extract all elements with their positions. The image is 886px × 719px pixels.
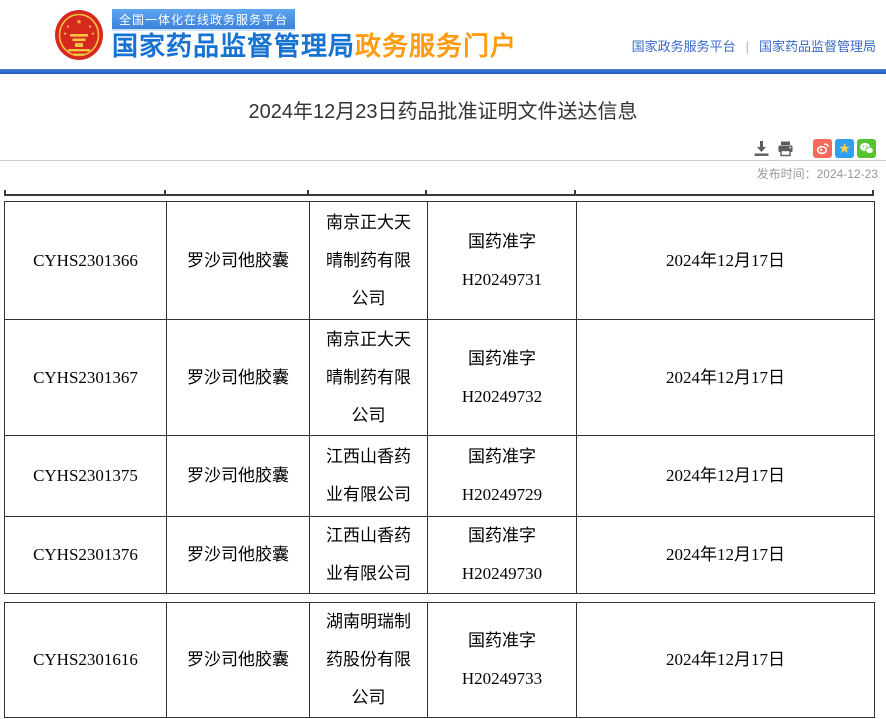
svg-text:★: ★ — [63, 31, 67, 36]
table-row: CYHS2301366 罗沙司他胶囊 南京正大天晴制药有限公司 国药准字 H20… — [5, 202, 875, 320]
site-brand: 全国一体化在线政务服务平台 国家药品监督管理局政务服务门户 — [112, 9, 517, 61]
acceptance-number-cell: CYHS2301376 — [5, 517, 167, 594]
delivery-date-cell: 2024年12月17日 — [577, 202, 875, 320]
platform-badge: 全国一体化在线政务服务平台 — [112, 9, 295, 31]
table-row: CYHS2301375 罗沙司他胶囊 江西山香药业有限公司 国药准字 H2024… — [5, 436, 875, 517]
company-cell: 湖南明瑞制药股份有限公司 — [310, 603, 428, 718]
delivery-date-cell: 2024年12月17日 — [577, 436, 875, 517]
company-cell: 南京正大天晴制药有限公司 — [310, 202, 428, 320]
acceptance-number-cell: CYHS2301616 — [5, 603, 167, 718]
printer-icon[interactable] — [777, 140, 794, 157]
download-icon[interactable] — [753, 140, 770, 157]
china-national-emblem-icon: ★ ★ ★ ★ ★ — [54, 9, 104, 61]
svg-text:★: ★ — [76, 18, 82, 26]
share-buttons: ★ — [810, 139, 876, 158]
previous-table-cut-edge — [4, 194, 874, 196]
acceptance-number-cell: CYHS2301367 — [5, 320, 167, 436]
acceptance-number-cell: CYHS2301375 — [5, 436, 167, 517]
svg-text:★: ★ — [91, 31, 95, 36]
article-tools: ★ — [0, 138, 886, 158]
delivery-date-cell: 2024年12月17日 — [577, 517, 875, 594]
delivery-date-cell: 2024年12月17日 — [577, 603, 875, 718]
site-title: 国家药品监督管理局政务服务门户 — [112, 31, 517, 61]
share-wechat-icon[interactable] — [857, 139, 876, 158]
svg-text:★: ★ — [88, 24, 92, 29]
site-header: ★ ★ ★ ★ ★ 全国一体化在线政务服务平台 国家药品监督管理局政务服务门户 … — [0, 0, 886, 69]
site-logo[interactable]: ★ ★ ★ ★ ★ 全国一体化在线政务服务平台 国家药品监督管理局政务服务门户 — [54, 9, 517, 61]
approval-number-cell: 国药准字 H20249730 — [428, 517, 577, 594]
approval-number-cell: 国药准字 H20249729 — [428, 436, 577, 517]
nav-link-nmpa[interactable]: 国家药品监督管理局 — [759, 39, 876, 54]
drug-name-cell: 罗沙司他胶囊 — [167, 202, 310, 320]
publish-time: 发布时间：2024-12-23 — [0, 165, 886, 182]
qzone-star-glyph: ★ — [838, 139, 851, 158]
site-title-portal: 政务服务门户 — [355, 31, 517, 61]
page-title: 2024年12月23日药品批准证明文件送达信息 — [0, 97, 886, 127]
drug-name-cell: 罗沙司他胶囊 — [167, 603, 310, 718]
delivery-date-cell: 2024年12月17日 — [577, 320, 875, 436]
drug-name-cell: 罗沙司他胶囊 — [167, 436, 310, 517]
approval-number-cell: 国药准字 H20249733 — [428, 603, 577, 718]
company-cell: 南京正大天晴制药有限公司 — [310, 320, 428, 436]
top-nav: 国家政务服务平台 | 国家药品监督管理局 — [632, 36, 876, 55]
approval-number-cell: 国药准字 H20249732 — [428, 320, 577, 436]
table-row: CYHS2301376 罗沙司他胶囊 江西山香药业有限公司 国药准字 H2024… — [5, 517, 875, 594]
table-row: CYHS2301616 罗沙司他胶囊 湖南明瑞制药股份有限公司 国药准字 H20… — [5, 603, 875, 718]
share-qzone-icon[interactable]: ★ — [835, 139, 854, 158]
share-weibo-icon[interactable] — [813, 139, 832, 158]
delivery-info-table-continued: CYHS2301616 罗沙司他胶囊 湖南明瑞制药股份有限公司 国药准字 H20… — [4, 602, 875, 718]
header-divider-bar — [0, 69, 886, 74]
acceptance-number-cell: CYHS2301366 — [5, 202, 167, 320]
svg-text:★: ★ — [66, 24, 70, 29]
drug-name-cell: 罗沙司他胶囊 — [167, 320, 310, 436]
tools-separator-line — [0, 160, 886, 161]
drug-name-cell: 罗沙司他胶囊 — [167, 517, 310, 594]
table-row: CYHS2301367 罗沙司他胶囊 南京正大天晴制药有限公司 国药准字 H20… — [5, 320, 875, 436]
nav-link-gov-platform[interactable]: 国家政务服务平台 — [632, 39, 736, 54]
approval-number-cell: 国药准字 H20249731 — [428, 202, 577, 320]
company-cell: 江西山香药业有限公司 — [310, 517, 428, 594]
nav-separator: | — [746, 39, 749, 54]
table-zone: CYHS2301366 罗沙司他胶囊 南京正大天晴制药有限公司 国药准字 H20… — [4, 194, 874, 719]
site-title-agency: 国家药品监督管理局 — [112, 31, 355, 61]
delivery-info-table: CYHS2301366 罗沙司他胶囊 南京正大天晴制药有限公司 国药准字 H20… — [4, 201, 875, 594]
company-cell: 江西山香药业有限公司 — [310, 436, 428, 517]
